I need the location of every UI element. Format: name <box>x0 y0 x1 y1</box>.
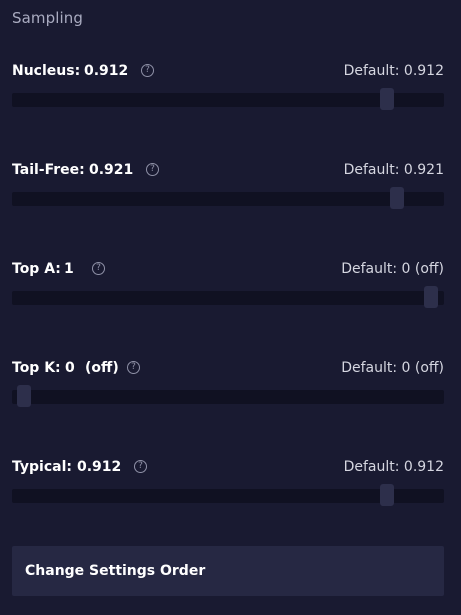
tail-free-slider-thumb[interactable] <box>390 187 405 209</box>
default-value-label: Default: 0 (off) <box>341 360 444 376</box>
default-value-label: Default: 0.912 <box>343 63 444 79</box>
setting-value: 0 <box>65 360 75 376</box>
help-circle-icon[interactable]: ? <box>146 163 159 176</box>
setting-label-row: Top A: 1 ? Default: 0 (off) <box>12 259 444 279</box>
change-settings-order-button[interactable]: Change Settings Order <box>12 546 444 596</box>
help-circle-icon[interactable]: ? <box>134 460 147 473</box>
setting-name: Top A: <box>12 261 61 277</box>
setting-label-row: Tail-Free: 0.921 ? Default: 0.921 <box>12 160 444 180</box>
setting-value-suffix: (off) <box>85 360 119 376</box>
setting-typical: Typical: 0.912 ? Default: 0.912 <box>12 457 444 517</box>
section-title: Sampling <box>12 9 84 27</box>
setting-tail-free: Tail-Free: 0.921 ? Default: 0.921 <box>12 160 444 220</box>
default-value-label: Default: 0.921 <box>343 162 444 178</box>
help-circle-icon[interactable]: ? <box>141 64 154 77</box>
setting-label-row: Typical: 0.912 ? Default: 0.912 <box>12 457 444 477</box>
setting-value: 0.912 <box>77 459 122 475</box>
top-k-slider-track[interactable] <box>12 390 444 404</box>
nucleus-slider-thumb[interactable] <box>379 88 394 110</box>
typical-slider-thumb[interactable] <box>379 484 394 506</box>
top-a-slider-track[interactable] <box>12 291 444 305</box>
setting-top-k: Top K: 0 (off) ? Default: 0 (off) <box>12 358 444 418</box>
setting-nucleus: Nucleus: 0.912 ? Default: 0.912 <box>12 61 444 121</box>
setting-label-row: Top K: 0 (off) ? Default: 0 (off) <box>12 358 444 378</box>
help-circle-icon[interactable]: ? <box>92 262 105 275</box>
default-value-label: Default: 0.912 <box>343 459 444 475</box>
setting-label-row: Nucleus: 0.912 ? Default: 0.912 <box>12 61 444 81</box>
default-value-label: Default: 0 (off) <box>341 261 444 277</box>
setting-top-a: Top A: 1 ? Default: 0 (off) <box>12 259 444 319</box>
setting-value: 0.912 <box>84 63 129 79</box>
setting-name: Tail-Free: <box>12 162 85 178</box>
top-k-slider-thumb[interactable] <box>17 385 32 407</box>
top-a-slider-thumb[interactable] <box>423 286 438 308</box>
sampling-panel: Sampling Nucleus: 0.912 ? Default: 0.912… <box>0 0 461 615</box>
setting-name: Typical: <box>12 459 72 475</box>
setting-name: Nucleus: <box>12 63 81 79</box>
setting-value: 0.921 <box>89 162 134 178</box>
setting-name: Top K: <box>12 360 61 376</box>
setting-value: 1 <box>64 261 74 277</box>
tail-free-slider-track[interactable] <box>12 192 444 206</box>
help-circle-icon[interactable]: ? <box>127 361 140 374</box>
